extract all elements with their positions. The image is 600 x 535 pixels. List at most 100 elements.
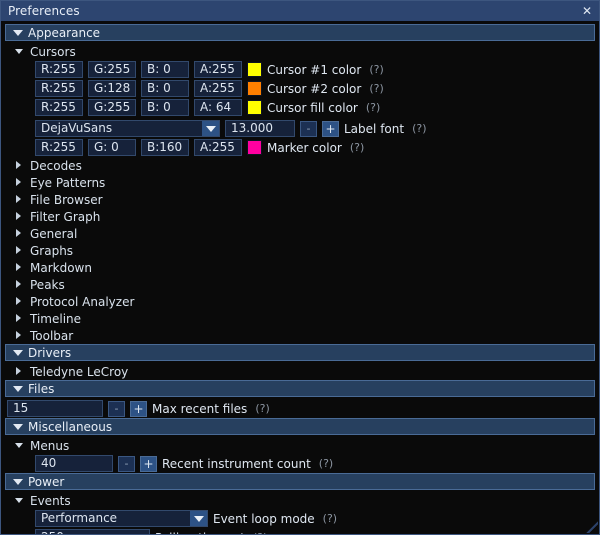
recent-instrument-count-increment-button[interactable]: + bbox=[140, 455, 157, 472]
chevron-right-icon bbox=[15, 263, 24, 272]
setting-row-cursor-fill-color: R:255 G:255 B: 0 A: 64 Cursor fill color… bbox=[5, 98, 595, 117]
help-icon[interactable]: (?) bbox=[369, 82, 383, 95]
chevron-down-icon bbox=[15, 496, 24, 505]
subgroup-graphs[interactable]: Graphs bbox=[5, 242, 595, 259]
setting-label-label-font: Label font bbox=[344, 121, 405, 136]
category-header-files[interactable]: Files bbox=[5, 380, 595, 397]
category-header-miscellaneous[interactable]: Miscellaneous bbox=[5, 418, 595, 435]
chevron-right-icon bbox=[15, 246, 24, 255]
subgroup-protocol-analyzer[interactable]: Protocol Analyzer bbox=[5, 293, 595, 310]
cursor-fill-alpha-field[interactable]: A: 64 bbox=[194, 99, 242, 116]
subgroup-timeline[interactable]: Timeline bbox=[5, 310, 595, 327]
title-bar: Preferences ✕ bbox=[1, 1, 599, 21]
category-label-miscellaneous: Miscellaneous bbox=[28, 419, 113, 434]
setting-label-marker-color: Marker color bbox=[267, 140, 342, 155]
subgroup-general[interactable]: General bbox=[5, 225, 595, 242]
chevron-down-icon bbox=[190, 511, 207, 526]
subgroup-label: Decodes bbox=[30, 158, 82, 173]
subgroup-menus[interactable]: Menus bbox=[5, 437, 595, 454]
help-icon[interactable]: (?) bbox=[255, 402, 269, 415]
subgroup-decodes[interactable]: Decodes bbox=[5, 157, 595, 174]
subgroup-label: Teledyne LeCroy bbox=[30, 364, 129, 379]
chevron-down-icon bbox=[13, 422, 23, 431]
marker-red-field[interactable]: R:255 bbox=[35, 139, 83, 156]
subgroup-toolbar[interactable]: Toolbar bbox=[5, 327, 595, 344]
category-header-appearance[interactable]: Appearance bbox=[5, 24, 595, 41]
help-icon[interactable]: (?) bbox=[369, 63, 383, 76]
label-font-family-value: DejaVuSans bbox=[41, 121, 113, 135]
label-font-family-dropdown[interactable]: DejaVuSans bbox=[35, 120, 220, 137]
resize-grip[interactable] bbox=[585, 520, 598, 533]
help-icon[interactable]: (?) bbox=[412, 122, 426, 135]
cursor-fill-color-swatch[interactable] bbox=[247, 100, 262, 115]
marker-green-field[interactable]: G: 0 bbox=[88, 139, 136, 156]
cursor2-blue-field[interactable]: B: 0 bbox=[141, 80, 189, 97]
subgroup-label-events: Events bbox=[30, 493, 71, 508]
help-icon[interactable]: (?) bbox=[366, 101, 380, 114]
category-header-power[interactable]: Power bbox=[5, 473, 595, 490]
help-icon[interactable]: (?) bbox=[253, 531, 267, 534]
subgroup-label-cursors: Cursors bbox=[30, 44, 76, 59]
max-recent-files-input[interactable]: 15 bbox=[7, 400, 103, 417]
cursor2-green-field[interactable]: G:128 bbox=[88, 80, 136, 97]
setting-label-polling-timeout: Polling timeout bbox=[155, 531, 245, 535]
setting-label-cursor1-color: Cursor #1 color bbox=[267, 62, 362, 77]
chevron-right-icon bbox=[15, 314, 24, 323]
category-label-files: Files bbox=[28, 381, 55, 396]
help-icon[interactable]: (?) bbox=[323, 512, 337, 525]
chevron-right-icon bbox=[15, 229, 24, 238]
category-label-power: Power bbox=[28, 474, 65, 489]
help-icon[interactable]: (?) bbox=[350, 141, 364, 154]
cursor2-red-field[interactable]: R:255 bbox=[35, 80, 83, 97]
cursor1-red-field[interactable]: R:255 bbox=[35, 61, 83, 78]
subgroup-teledyne-lecroy[interactable]: Teledyne LeCroy bbox=[5, 363, 595, 380]
chevron-right-icon bbox=[15, 367, 24, 376]
chevron-right-icon bbox=[15, 195, 24, 204]
recent-instrument-count-decrement-button[interactable]: - bbox=[118, 455, 135, 472]
subgroup-filter-graph[interactable]: Filter Graph bbox=[5, 208, 595, 225]
chevron-right-icon bbox=[15, 280, 24, 289]
subgroup-file-browser[interactable]: File Browser bbox=[5, 191, 595, 208]
cursor2-color-swatch[interactable] bbox=[247, 81, 262, 96]
marker-color-swatch[interactable] bbox=[247, 140, 262, 155]
setting-row-cursor2-color: R:255 G:128 B: 0 A:255 Cursor #2 color (… bbox=[5, 79, 595, 98]
marker-alpha-field[interactable]: A:255 bbox=[194, 139, 242, 156]
cursor1-color-swatch[interactable] bbox=[247, 62, 262, 77]
category-header-drivers[interactable]: Drivers bbox=[5, 344, 595, 361]
event-loop-mode-value: Performance bbox=[41, 511, 118, 525]
chevron-right-icon bbox=[15, 178, 24, 187]
subgroup-peaks[interactable]: Peaks bbox=[5, 276, 595, 293]
preferences-content: Appearance Cursors R:255 G:255 B: 0 A:25… bbox=[1, 21, 599, 534]
label-font-size-decrement-button[interactable]: - bbox=[300, 120, 317, 137]
subgroup-label-menus: Menus bbox=[30, 438, 70, 453]
polling-timeout-input[interactable]: 250 ms bbox=[35, 529, 150, 534]
recent-instrument-count-input[interactable]: 40 bbox=[35, 455, 113, 472]
max-recent-files-increment-button[interactable]: + bbox=[130, 400, 147, 417]
chevron-right-icon bbox=[15, 161, 24, 170]
cursor1-green-field[interactable]: G:255 bbox=[88, 61, 136, 78]
chevron-down-icon bbox=[13, 28, 23, 37]
cursor2-alpha-field[interactable]: A:255 bbox=[194, 80, 242, 97]
subgroup-eye-patterns[interactable]: Eye Patterns bbox=[5, 174, 595, 191]
max-recent-files-decrement-button[interactable]: - bbox=[108, 400, 125, 417]
cursor1-alpha-field[interactable]: A:255 bbox=[194, 61, 242, 78]
label-font-size-increment-button[interactable]: + bbox=[322, 120, 339, 137]
label-font-size-field[interactable]: 13.000 bbox=[225, 120, 295, 137]
cursor-fill-blue-field[interactable]: B: 0 bbox=[141, 99, 189, 116]
cursor-fill-green-field[interactable]: G:255 bbox=[88, 99, 136, 116]
subgroup-events[interactable]: Events bbox=[5, 492, 595, 509]
setting-label-max-recent-files: Max recent files bbox=[152, 401, 248, 416]
event-loop-mode-dropdown[interactable]: Performance bbox=[35, 510, 208, 527]
chevron-right-icon bbox=[15, 331, 24, 340]
subgroup-label: Graphs bbox=[30, 243, 74, 258]
subgroup-cursors[interactable]: Cursors bbox=[5, 43, 595, 60]
chevron-right-icon bbox=[15, 212, 24, 221]
chevron-down-icon bbox=[13, 384, 23, 393]
cursor-fill-red-field[interactable]: R:255 bbox=[35, 99, 83, 116]
help-icon[interactable]: (?) bbox=[319, 457, 333, 470]
subgroup-markdown[interactable]: Markdown bbox=[5, 259, 595, 276]
subgroup-label: Filter Graph bbox=[30, 209, 101, 224]
close-icon[interactable]: ✕ bbox=[579, 3, 595, 19]
marker-blue-field[interactable]: B:160 bbox=[141, 139, 189, 156]
cursor1-blue-field[interactable]: B: 0 bbox=[141, 61, 189, 78]
